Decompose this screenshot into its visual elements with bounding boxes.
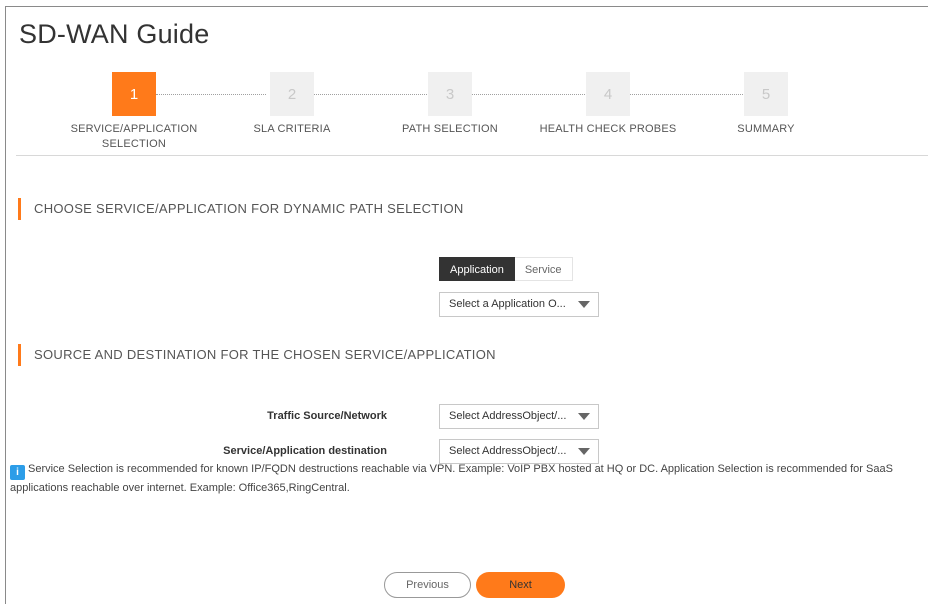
step-5-label: SUMMARY	[737, 123, 795, 135]
section-1-title: CHOOSE SERVICE/APPLICATION FOR DYNAMIC P…	[34, 201, 464, 216]
info-icon: i	[10, 465, 25, 480]
destination-select-value: Select AddressObject/...	[449, 445, 567, 457]
wizard-stepper: 1 2 3 4 5 SERVICE/APPLICATION SELECTION …	[6, 7, 928, 167]
step-4-label: HEALTH CHECK PROBES	[539, 123, 677, 135]
wizard-frame: SD-WAN Guide 1 2 3 4 5 SERVICE/APPLICATI…	[5, 6, 928, 604]
step-connector	[630, 94, 743, 95]
section-service-application-heading: CHOOSE SERVICE/APPLICATION FOR DYNAMIC P…	[18, 198, 464, 220]
info-note: i Service Selection is recommended for kn…	[10, 461, 922, 497]
next-button[interactable]: Next	[476, 572, 565, 598]
step-3-label: PATH SELECTION	[402, 123, 498, 135]
step-1-label-line2: SELECTION	[101, 138, 167, 150]
step-connector	[156, 94, 266, 95]
application-toggle-button[interactable]: Application	[439, 257, 515, 281]
stepper-divider	[16, 155, 928, 156]
section-accent-bar	[18, 198, 21, 220]
traffic-source-label: Traffic Source/Network	[267, 410, 387, 422]
service-toggle-button[interactable]: Service	[514, 257, 573, 281]
step-4-indicator[interactable]: 4	[586, 72, 630, 116]
previous-button[interactable]: Previous	[384, 572, 471, 598]
chevron-down-icon	[578, 413, 590, 420]
section-source-destination-heading: SOURCE AND DESTINATION FOR THE CHOSEN SE…	[18, 344, 496, 366]
step-2-indicator[interactable]: 2	[270, 72, 314, 116]
info-text: Service Selection is recommended for kno…	[10, 463, 893, 494]
application-service-toggle: Application Service	[439, 257, 573, 281]
traffic-source-select[interactable]: Select AddressObject/...	[439, 404, 599, 429]
step-1-label: SERVICE/APPLICATION SELECTION	[54, 122, 214, 152]
application-object-select[interactable]: Select a Application O...	[439, 292, 599, 317]
application-object-select-value: Select a Application O...	[449, 298, 566, 310]
destination-label: Service/Application destination	[223, 445, 387, 457]
step-connector	[472, 94, 585, 95]
step-1-indicator[interactable]: 1	[112, 72, 156, 116]
step-connector	[314, 94, 427, 95]
step-5-indicator[interactable]: 5	[744, 72, 788, 116]
chevron-down-icon	[578, 301, 590, 308]
traffic-source-select-value: Select AddressObject/...	[449, 410, 567, 422]
chevron-down-icon	[578, 448, 590, 455]
step-3-indicator[interactable]: 3	[428, 72, 472, 116]
section-2-title: SOURCE AND DESTINATION FOR THE CHOSEN SE…	[34, 347, 496, 362]
step-2-label: SLA CRITERIA	[253, 123, 331, 135]
step-1-label-line1: SERVICE/APPLICATION	[70, 123, 198, 135]
section-accent-bar	[18, 344, 21, 366]
